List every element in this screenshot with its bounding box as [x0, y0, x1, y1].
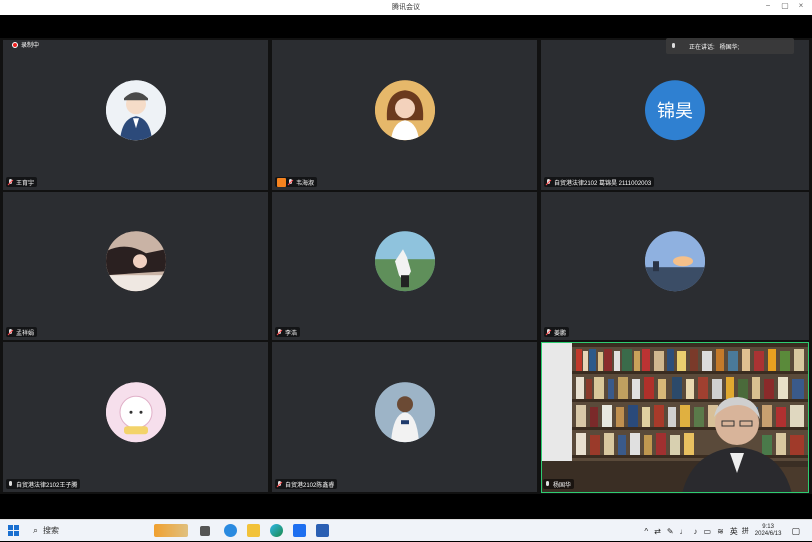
sky-photo-icon: [645, 231, 705, 292]
participant-name-bar: 自贸港法律2102 葛锦昊 2111002003: [544, 177, 655, 187]
participant-tile[interactable]: 李浩: [272, 192, 537, 340]
participant-name-bar: 王育宇: [6, 177, 38, 187]
network-icon[interactable]: ⇄: [654, 527, 661, 536]
search-label[interactable]: 搜索: [43, 525, 59, 536]
meeting-top-bar: [0, 15, 812, 38]
participant-name-bar: 韦海淑: [275, 177, 318, 187]
participant-name: 姜鹏: [554, 330, 567, 337]
photo-avatar-icon: [105, 231, 166, 292]
participant-tile[interactable]: 锦昊 自贸港法律2102 葛锦昊 2111002003: [541, 40, 809, 190]
avatar: 锦昊: [645, 80, 705, 141]
volume-icon[interactable]: ♪: [694, 527, 698, 536]
participant-name-bar: 孟祥娟: [6, 327, 38, 337]
participant-name: 自贸港法律2102王子腾: [16, 482, 78, 489]
close-button[interactable]: ×: [795, 1, 807, 10]
participant-name: 李浩: [285, 330, 298, 337]
chevron-up-icon[interactable]: ^: [644, 527, 648, 536]
host-badge-icon: [277, 177, 286, 187]
participant-name: 自贸港2102陈鑫睿: [285, 482, 335, 489]
mic-muted-icon: [8, 178, 13, 186]
file-explorer-icon[interactable]: [247, 524, 261, 537]
participant-tile[interactable]: 王育宇: [3, 40, 268, 190]
word-icon[interactable]: [316, 524, 330, 537]
avatar: [105, 382, 166, 443]
participant-tile[interactable]: 韦海淑: [272, 40, 537, 190]
cartoon-sheep-icon: [105, 382, 166, 443]
mic-muted-icon: [546, 178, 551, 186]
restore-button[interactable]: ▢: [779, 1, 791, 10]
notification-icon[interactable]: ▢: [791, 526, 800, 537]
recording-label: 录制中: [21, 43, 40, 49]
speaking-label: 正在讲话:: [689, 44, 715, 51]
avatar: [105, 80, 166, 141]
task-view-icon[interactable]: [200, 525, 211, 536]
mic-muted-icon: [546, 328, 551, 336]
participant-name: 孟祥娟: [16, 330, 35, 337]
edge-browser-icon[interactable]: [270, 524, 284, 537]
participant-name-bar: 自贸港2102陈鑫睿: [275, 479, 338, 489]
participant-tile[interactable]: 自贸港法律2102王子腾: [3, 342, 268, 492]
clock-date: 2024/6/13: [754, 531, 782, 537]
pen-icon[interactable]: ✎: [667, 527, 674, 536]
participant-name: 王育宇: [16, 180, 35, 187]
participant-name: 自贸港法律2102 葛锦昊 2111002003: [554, 180, 652, 187]
avatar: [374, 231, 435, 292]
bookshelf-video-icon: [542, 343, 808, 492]
avatar: [105, 231, 166, 292]
participant-tile[interactable]: 孟祥娟: [3, 192, 268, 340]
settings-app-icon[interactable]: [224, 524, 238, 537]
window-title: 腾讯会议: [392, 4, 420, 11]
mic-muted-icon: [277, 480, 282, 488]
speaking-indicator: 正在讲话: 杨国华;: [666, 38, 794, 54]
ime-mode-indicator[interactable]: 拼: [742, 526, 749, 536]
clock[interactable]: 9:13 2024/6/13: [755, 524, 782, 538]
participant-name-bar: 李浩: [275, 327, 301, 337]
participant-name: 韦海淑: [296, 180, 315, 187]
avatar: [374, 382, 435, 443]
system-tray: ^ ⇄ ✎ ♩ ♪ ▭ ≋ 英 拼 9:13 2024/6/13 ▢: [644, 520, 800, 542]
mic-muted-icon: [288, 178, 293, 186]
participant-video-tile[interactable]: 杨国华: [541, 342, 809, 493]
mic-on-icon: [545, 480, 550, 488]
mic-muted-icon: [8, 328, 13, 336]
recording-indicator[interactable]: 录制中: [12, 40, 39, 49]
minimize-button[interactable]: −: [762, 1, 774, 10]
ime-indicator[interactable]: 英: [730, 526, 738, 537]
participant-name: 杨国华: [553, 482, 572, 489]
windows-taskbar: ⌕ 搜索 ^ ⇄ ✎ ♩ ♪ ▭ ≋ 英 拼 9:13 2024/6/13 ▢: [0, 519, 812, 541]
tencent-meeting-icon[interactable]: [293, 524, 307, 537]
widget-icon[interactable]: [154, 524, 189, 537]
avatar: [374, 80, 435, 141]
participant-name-bar: 杨国华: [543, 479, 575, 489]
landscape-photo-icon: [374, 231, 435, 292]
mic-icon: [671, 42, 676, 50]
avatar: [645, 231, 705, 292]
search-icon[interactable]: ⌕: [33, 525, 38, 536]
mic-muted-icon: [277, 328, 282, 336]
speaking-name: 杨国华;: [719, 44, 740, 51]
police-avatar-icon: [105, 80, 166, 141]
woman-photo-icon: [374, 80, 435, 141]
window-titlebar: 腾讯会议 − ▢ ×: [0, 0, 812, 15]
participant-tile[interactable]: 自贸港2102陈鑫睿: [272, 342, 537, 492]
avatar-text: 锦昊: [657, 101, 693, 122]
microphone-icon[interactable]: ♩: [680, 527, 688, 536]
wifi-icon[interactable]: ≋: [717, 527, 724, 536]
participant-tile[interactable]: 姜鹏: [541, 192, 809, 340]
sports-photo-icon: [374, 382, 435, 443]
windows-start-icon[interactable]: [8, 525, 19, 536]
participant-name-bar: 姜鹏: [544, 327, 570, 337]
recording-icon: [12, 41, 18, 48]
clock-time: 9:13: [762, 524, 774, 530]
participant-name-bar: 自贸港法律2102王子腾: [6, 479, 81, 489]
mic-on-icon: [8, 480, 13, 488]
battery-icon[interactable]: ▭: [704, 527, 712, 536]
